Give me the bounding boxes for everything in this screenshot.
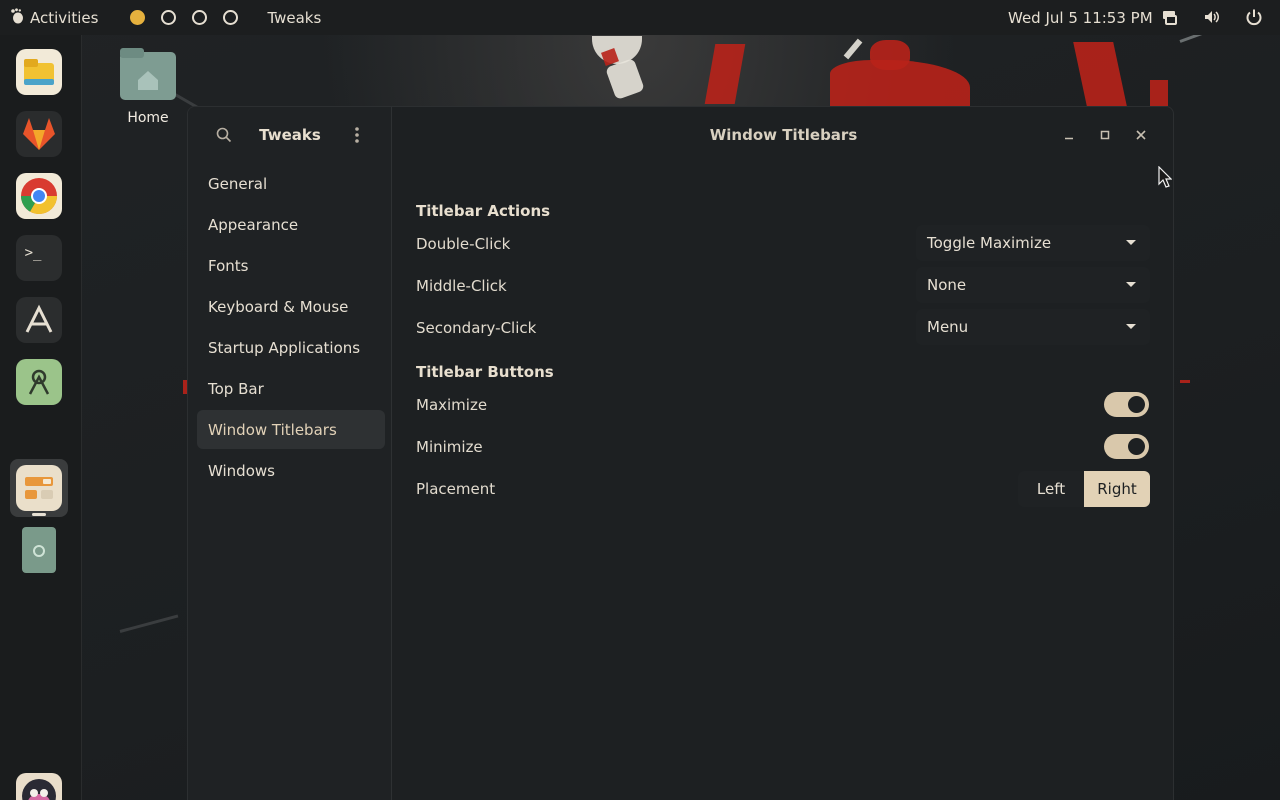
android-studio-icon[interactable] xyxy=(16,359,62,405)
placement-left-button[interactable]: Left xyxy=(1018,471,1084,507)
chevron-down-icon xyxy=(1126,282,1136,287)
home-folder-icon[interactable] xyxy=(118,46,178,102)
minimize-icon[interactable] xyxy=(1059,125,1079,145)
tweaks-window: Tweaks General Appearance Fonts Keyboard… xyxy=(187,106,1174,800)
sidebar-item-windows[interactable]: Windows xyxy=(197,451,385,490)
secondary-click-dropdown[interactable]: Menu xyxy=(916,309,1150,345)
middle-click-value: None xyxy=(927,276,967,294)
running-indicator xyxy=(32,513,46,516)
sidebar-item-general[interactable]: General xyxy=(197,164,385,203)
sidebar-item-label: Startup Applications xyxy=(208,338,361,357)
tweaks-icon[interactable] xyxy=(16,465,62,511)
secondary-click-label: Secondary-Click xyxy=(416,319,537,337)
close-icon[interactable] xyxy=(1131,125,1151,145)
chevron-down-icon xyxy=(1126,240,1136,245)
placement-right-button[interactable]: Right xyxy=(1084,471,1150,507)
kebab-menu-icon[interactable] xyxy=(354,126,360,148)
gitlab-icon[interactable] xyxy=(16,111,62,157)
workspace-2-dot[interactable] xyxy=(161,10,177,25)
secondary-click-value: Menu xyxy=(927,318,969,336)
placement-segmented-control: Left Right xyxy=(1018,471,1150,507)
workspace-indicator[interactable] xyxy=(130,10,239,25)
workspace-3-dot[interactable] xyxy=(192,10,208,25)
chrome-icon[interactable] xyxy=(16,173,62,219)
titlebar-actions-heading: Titlebar Actions xyxy=(416,202,551,220)
dock: >_ xyxy=(0,35,82,800)
software-store-icon[interactable] xyxy=(16,297,62,343)
minimize-toggle[interactable] xyxy=(1104,434,1149,459)
sidebar-item-keyboard-mouse[interactable]: Keyboard & Mouse xyxy=(197,287,385,326)
power-icon[interactable] xyxy=(1244,7,1264,27)
gnome-foot-icon xyxy=(10,7,24,28)
maximize-icon[interactable] xyxy=(1095,125,1115,145)
sidebar-title: Tweaks xyxy=(259,126,321,144)
sidebar-item-label: Fonts xyxy=(208,256,249,275)
sidebar-item-label: Appearance xyxy=(208,215,299,234)
minimize-label: Minimize xyxy=(416,438,483,456)
main-content: Window Titlebars Titlebar Actions Double… xyxy=(392,107,1173,800)
middle-click-label: Middle-Click xyxy=(416,277,507,295)
home-folder-label: Home xyxy=(127,110,169,126)
middle-click-dropdown[interactable]: None xyxy=(916,267,1150,303)
sidebar-item-label: Window Titlebars xyxy=(208,420,337,439)
activities-label: Activities xyxy=(30,8,99,27)
sidebar-item-window-titlebars[interactable]: Window Titlebars xyxy=(197,410,385,449)
maximize-label: Maximize xyxy=(416,396,488,414)
sidebar: Tweaks General Appearance Fonts Keyboard… xyxy=(188,107,392,800)
window-title: Window Titlebars xyxy=(709,126,858,144)
workspace-1-dot[interactable] xyxy=(130,10,146,25)
sidebar-item-appearance[interactable]: Appearance xyxy=(197,205,385,244)
sidebar-item-label: Top Bar xyxy=(208,379,264,398)
toggle-knob xyxy=(1128,438,1145,455)
chevron-down-icon xyxy=(1126,324,1136,329)
sidebar-item-top-bar[interactable]: Top Bar xyxy=(197,369,385,408)
double-click-dropdown[interactable]: Toggle Maximize xyxy=(916,225,1150,261)
system-tray xyxy=(1160,7,1264,27)
clock[interactable]: Wed Jul 5 11:53 PM xyxy=(1008,9,1153,27)
files-icon[interactable] xyxy=(16,49,62,95)
workspace-4-dot[interactable] xyxy=(223,10,239,25)
terminal-icon[interactable]: >_ xyxy=(16,235,62,281)
double-click-label: Double-Click xyxy=(416,235,511,253)
network-icon[interactable] xyxy=(1160,7,1180,27)
double-click-value: Toggle Maximize xyxy=(927,234,1052,252)
activities-button[interactable]: Activities xyxy=(0,0,108,35)
sidebar-item-label: General xyxy=(208,174,268,193)
mouse-cursor-icon xyxy=(1158,165,1173,192)
trash-icon[interactable] xyxy=(22,527,56,573)
sidebar-header: Tweaks xyxy=(188,107,391,163)
volume-icon[interactable] xyxy=(1202,7,1222,27)
app-menu-label[interactable]: Tweaks xyxy=(267,9,321,27)
sidebar-item-startup-applications[interactable]: Startup Applications xyxy=(197,328,385,367)
sidebar-item-label: Keyboard & Mouse xyxy=(208,297,349,316)
sidebar-item-label: Windows xyxy=(208,461,275,480)
placement-label: Placement xyxy=(416,480,496,498)
maximize-toggle[interactable] xyxy=(1104,392,1149,417)
top-bar: Activities Tweaks Wed Jul 5 11:53 PM xyxy=(0,0,1280,35)
titlebar-buttons-heading: Titlebar Buttons xyxy=(416,363,554,381)
sidebar-item-fonts[interactable]: Fonts xyxy=(197,246,385,285)
toggle-knob xyxy=(1128,396,1145,413)
show-apps-icon[interactable] xyxy=(16,773,62,800)
